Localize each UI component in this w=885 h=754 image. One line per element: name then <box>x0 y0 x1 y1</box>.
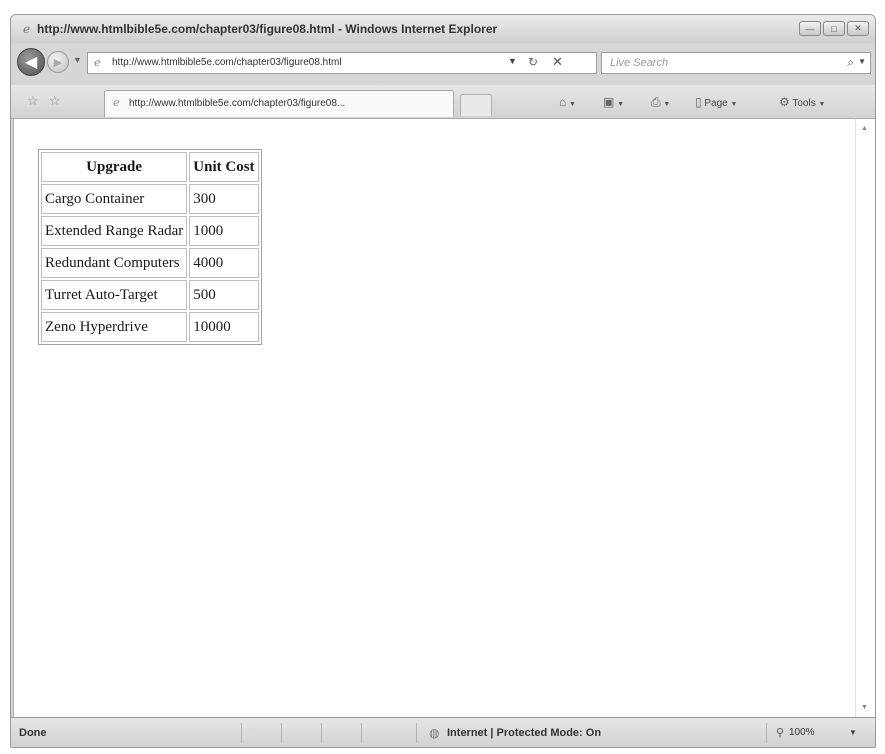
column-header-upgrade: Upgrade <box>41 152 188 182</box>
add-favorites-icon[interactable]: ☆ <box>49 93 61 109</box>
page-menu[interactable]: ▯ Page ▼ <box>695 95 737 109</box>
table-row: Zeno Hyperdrive 10000 <box>41 312 259 342</box>
table-header-row: Upgrade Unit Cost <box>41 152 259 182</box>
column-header-unit-cost: Unit Cost <box>189 152 259 182</box>
status-divider <box>321 723 322 743</box>
unit-cost-cell: 300 <box>189 184 259 214</box>
table-row: Turret Auto-Target 500 <box>41 280 259 310</box>
address-dropdown-icon[interactable]: ▼ <box>508 56 517 66</box>
window-title: http://www.htmlbible5e.com/chapter03/fig… <box>37 22 498 36</box>
table-row: Extended Range Radar 1000 <box>41 216 259 246</box>
tools-gear-icon: ⚙ <box>779 95 790 109</box>
minimize-button[interactable]: — <box>799 21 821 36</box>
print-icon: ⎙ <box>651 95 661 109</box>
unit-cost-cell: 10000 <box>189 312 259 342</box>
table-row: Cargo Container 300 <box>41 184 259 214</box>
upgrade-cell: Turret Auto-Target <box>41 280 188 310</box>
tab-figure08[interactable]: ℯ http://www.htmlbible5e.com/chapter03/f… <box>104 90 454 117</box>
ie-logo-icon: ℯ <box>23 22 31 36</box>
tools-menu-label: Tools <box>792 98 816 109</box>
title-bar: ℯ http://www.htmlbible5e.com/chapter03/f… <box>11 15 875 43</box>
browser-window: ℯ http://www.htmlbible5e.com/chapter03/f… <box>10 14 876 748</box>
status-divider <box>766 723 767 743</box>
new-tab-button[interactable] <box>460 94 492 116</box>
page-content: Upgrade Unit Cost Cargo Container 300 Ex… <box>13 119 855 717</box>
vertical-scrollbar[interactable]: ▲ ▼ <box>855 119 875 717</box>
status-divider <box>416 723 417 743</box>
address-bar[interactable]: ℯ http://www.htmlbible5e.com/chapter03/f… <box>87 52 597 74</box>
unit-cost-cell: 4000 <box>189 248 259 278</box>
status-divider <box>241 723 242 743</box>
unit-cost-cell: 1000 <box>189 216 259 246</box>
search-dropdown-icon[interactable]: ▼ <box>858 57 866 66</box>
page-icon: ▯ <box>695 95 702 109</box>
globe-icon: ◍ <box>429 726 440 740</box>
back-arrow-icon[interactable]: ◀ <box>17 48 45 76</box>
recent-pages-dropdown-icon[interactable]: ▼ <box>73 55 82 65</box>
security-zone[interactable]: Internet | Protected Mode: On <box>447 727 601 739</box>
maximize-button[interactable]: □ <box>823 21 845 36</box>
zoom-dropdown-icon[interactable]: ▼ <box>849 728 857 737</box>
close-button[interactable]: ✕ <box>847 21 869 36</box>
print-button[interactable]: ⎙ ▼ <box>651 95 670 110</box>
zoom-icon[interactable]: ⚲ <box>776 726 784 739</box>
stop-icon[interactable]: ✕ <box>552 54 563 70</box>
unit-cost-cell: 500 <box>189 280 259 310</box>
status-divider <box>361 723 362 743</box>
status-divider <box>281 723 282 743</box>
tab-label: http://www.htmlbible5e.com/chapter03/fig… <box>129 98 346 109</box>
scroll-up-icon[interactable]: ▲ <box>861 125 868 132</box>
status-bar: Done ◍ Internet | Protected Mode: On ⚲ 1… <box>11 717 875 747</box>
scroll-down-icon[interactable]: ▼ <box>861 704 868 711</box>
address-input[interactable]: http://www.htmlbible5e.com/chapter03/fig… <box>112 57 342 68</box>
upgrades-table: Upgrade Unit Cost Cargo Container 300 Ex… <box>38 149 262 345</box>
page-menu-label: Page <box>704 98 728 109</box>
favorites-star-icon[interactable]: ☆ <box>27 93 39 109</box>
tab-ie-icon: ℯ <box>113 97 120 109</box>
upgrade-cell: Extended Range Radar <box>41 216 188 246</box>
tab-bar: ☆ ☆ ℯ http://www.htmlbible5e.com/chapter… <box>11 85 875 119</box>
window-controls: — □ ✕ <box>799 21 869 36</box>
home-button[interactable]: ⌂ ▼ <box>559 95 576 109</box>
search-box[interactable]: Live Search ⌕ ▼ <box>601 52 871 74</box>
navigation-bar: ◀ ▶ ▼ ℯ http://www.htmlbible5e.com/chapt… <box>11 45 875 79</box>
forward-arrow-icon[interactable]: ▶ <box>47 51 69 73</box>
search-input[interactable]: Live Search <box>610 57 668 69</box>
zoom-level[interactable]: 100% <box>789 727 815 738</box>
home-icon: ⌂ <box>559 95 567 109</box>
table-row: Redundant Computers 4000 <box>41 248 259 278</box>
upgrade-cell: Redundant Computers <box>41 248 188 278</box>
upgrade-cell: Zeno Hyperdrive <box>41 312 188 342</box>
page-ie-icon: ℯ <box>94 57 101 69</box>
feeds-button[interactable]: ▣ ▼ <box>603 95 624 109</box>
refresh-icon[interactable]: ↻ <box>528 55 538 69</box>
status-text: Done <box>19 727 47 739</box>
feeds-icon: ▣ <box>603 95 615 109</box>
tools-menu[interactable]: ⚙ Tools ▼ <box>779 95 825 109</box>
upgrade-cell: Cargo Container <box>41 184 188 214</box>
search-icon[interactable]: ⌕ <box>847 55 854 70</box>
